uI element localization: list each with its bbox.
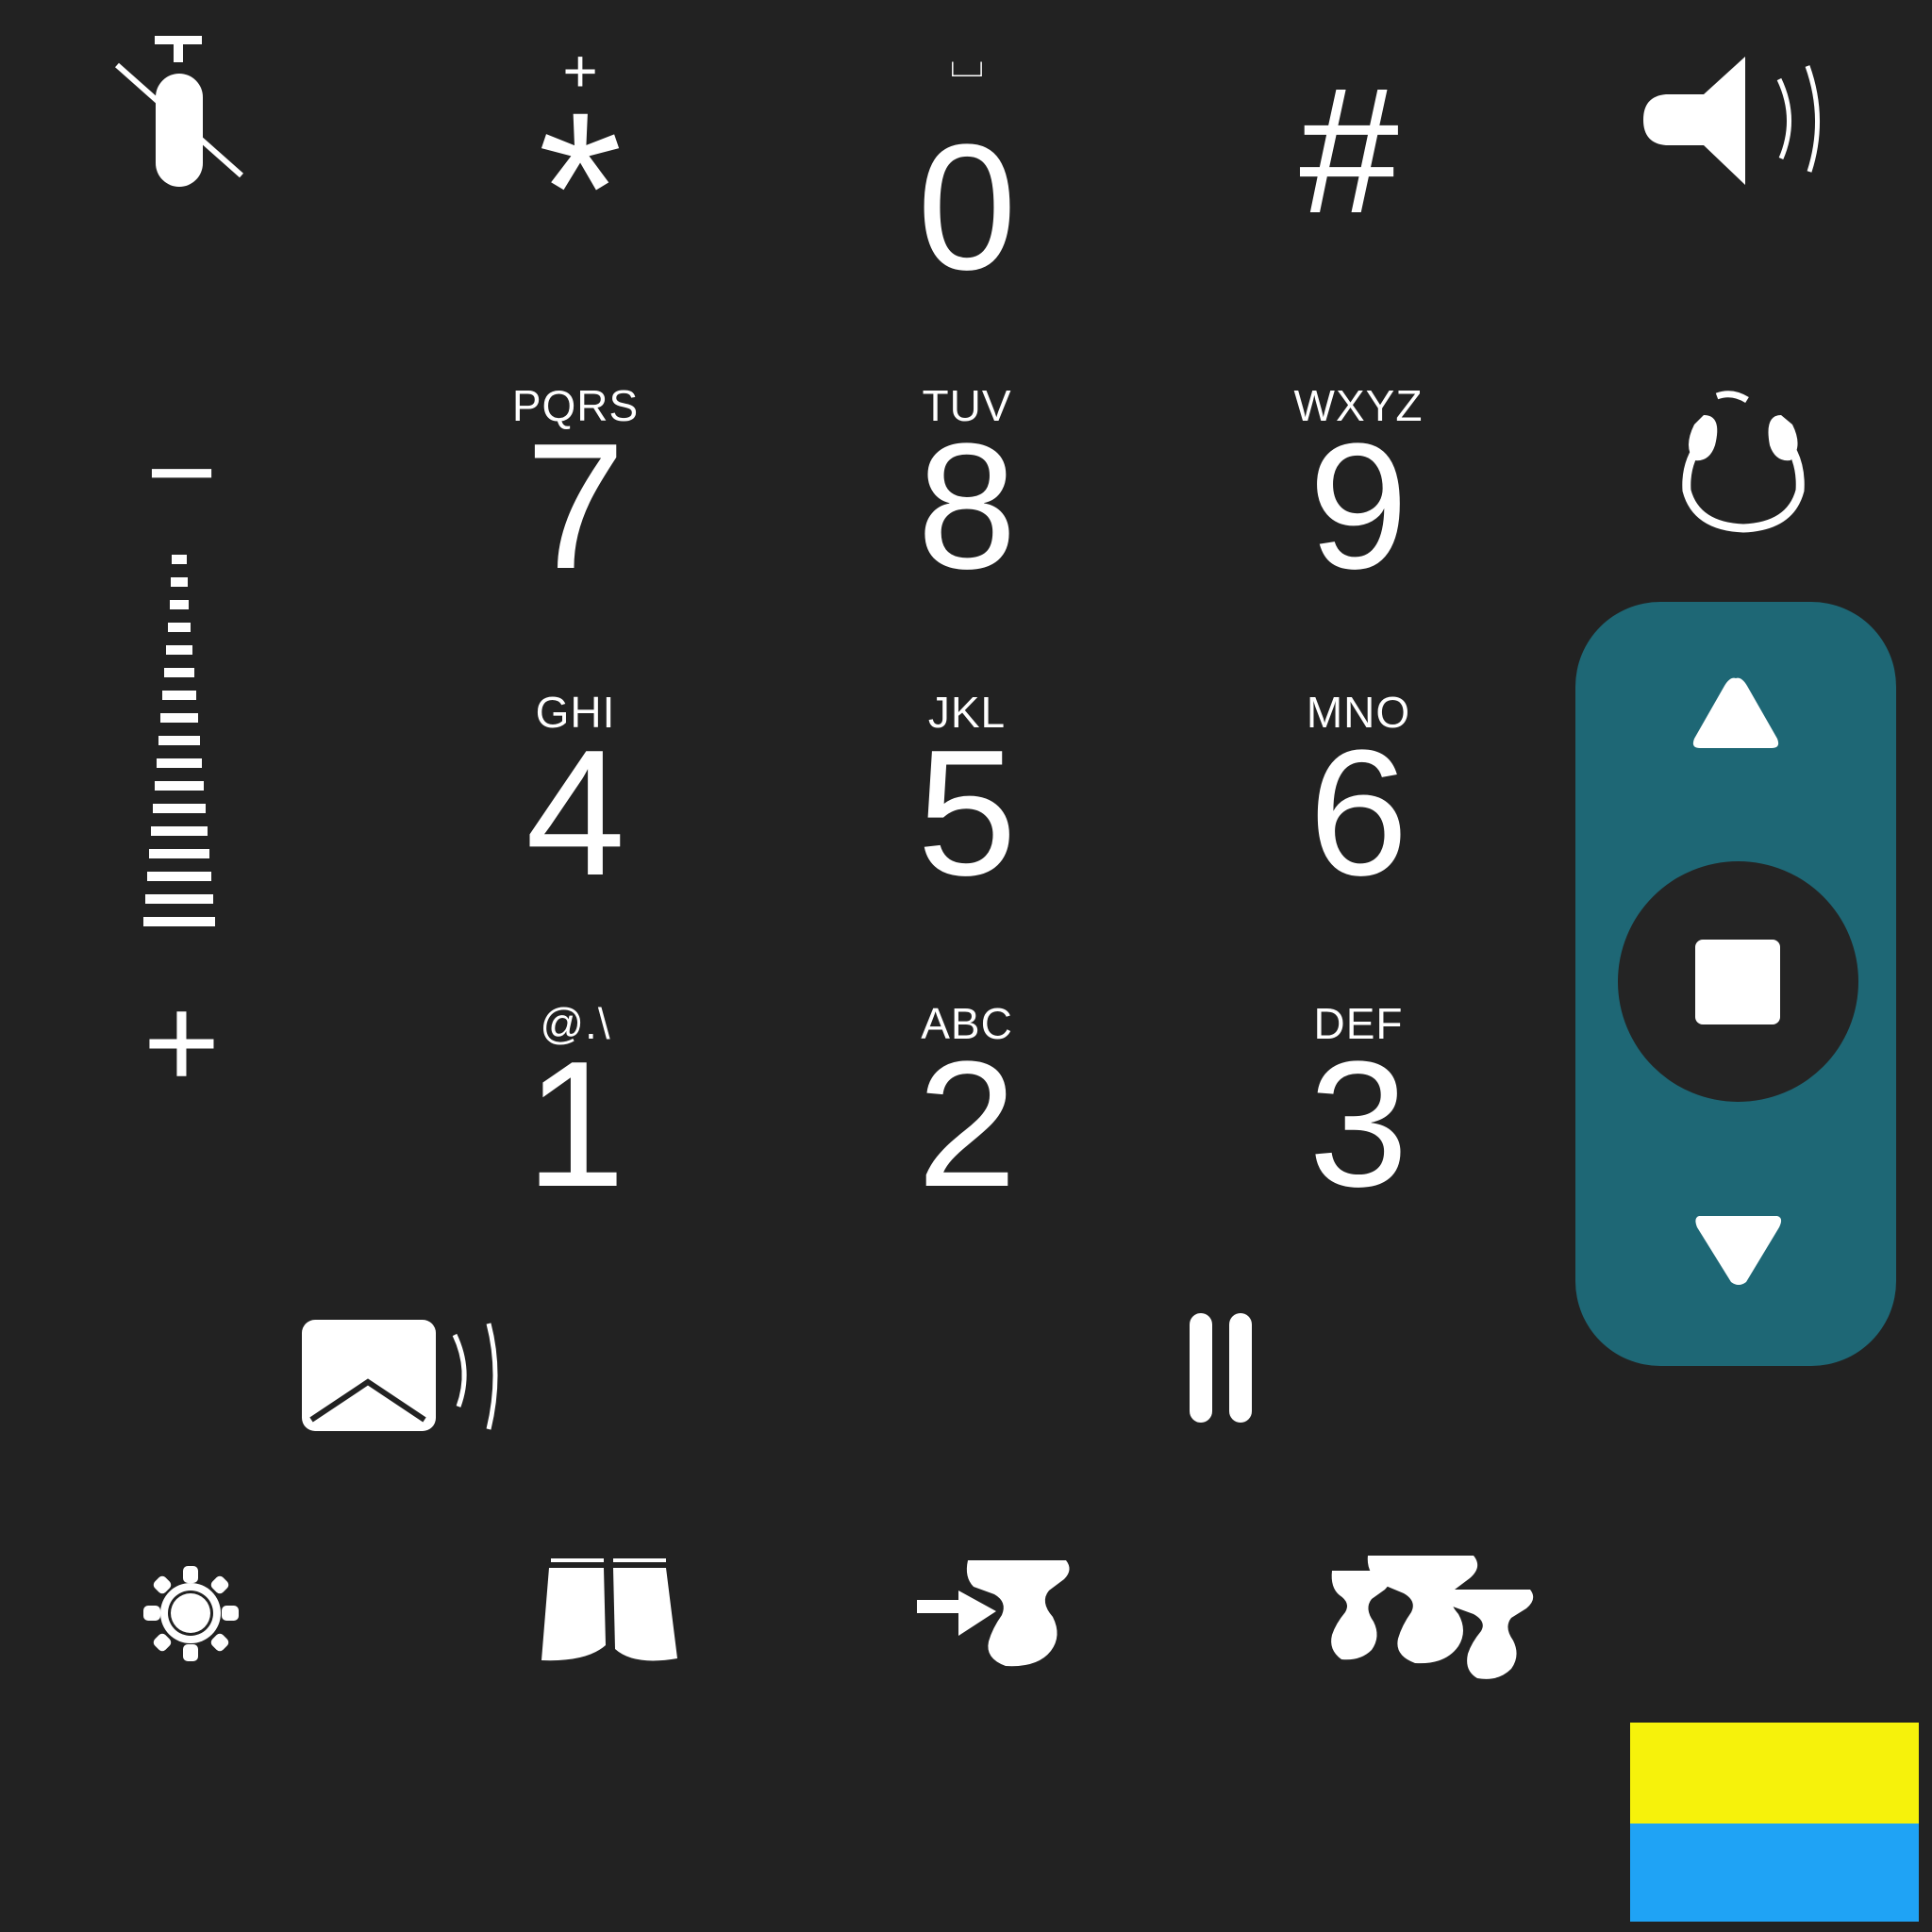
key-3[interactable]: DEF 3 [1255,1000,1462,1217]
key-digit: 2 [917,1024,1017,1224]
key-digit: 5 [917,713,1017,913]
key-8[interactable]: TUV 8 [863,382,1071,599]
arrow-down-icon[interactable] [1693,1212,1783,1288]
key-2[interactable]: ABC 2 [863,1000,1071,1217]
key-digit: 3 [1308,1024,1408,1224]
hash-key[interactable]: # [1255,57,1443,245]
key-digit: 7 [525,407,625,607]
star-digit: * [538,67,623,309]
key-9[interactable]: WXYZ 9 [1255,382,1462,599]
hash-digit: # [1299,51,1399,251]
stop-icon [1695,940,1780,1024]
zero-key[interactable]: ⌴ 0 [868,37,1066,302]
key-5[interactable]: JKL 5 [863,689,1071,906]
key-7[interactable]: PQRS 7 [472,382,679,599]
headset-icon[interactable] [1675,387,1812,533]
volume-minus-button[interactable]: − [123,410,241,533]
key-digit: 9 [1308,407,1408,607]
transfer-icon[interactable] [915,1557,1075,1679]
key-4[interactable]: GHI 4 [472,689,679,906]
star-key[interactable]: + * [500,38,660,297]
flag-yellow-band [1630,1723,1919,1824]
mute-microphone-icon[interactable] [111,32,253,197]
send-wave-icon[interactable] [300,1316,508,1443]
speaker-volume-icon[interactable] [1638,53,1826,194]
pause-icon[interactable] [1184,1311,1259,1424]
zero-digit: 0 [917,108,1017,308]
conference-icon[interactable] [1328,1552,1536,1684]
gear-icon[interactable] [142,1564,241,1663]
volume-scale[interactable] [132,555,226,932]
key-digit: 6 [1308,713,1408,913]
arrow-up-icon[interactable] [1689,675,1783,750]
key-digit: 8 [917,407,1017,607]
key-digit: 1 [525,1024,625,1224]
volume-plus-button[interactable]: + [123,976,241,1108]
key-1[interactable]: @.\ 1 [472,1000,679,1217]
key-digit: 4 [525,713,625,913]
book-icon[interactable] [540,1557,681,1668]
flag-blue-band [1630,1824,1919,1922]
zero-sub-label: ⌴ [949,37,985,86]
key-6[interactable]: MNO 6 [1255,689,1462,906]
